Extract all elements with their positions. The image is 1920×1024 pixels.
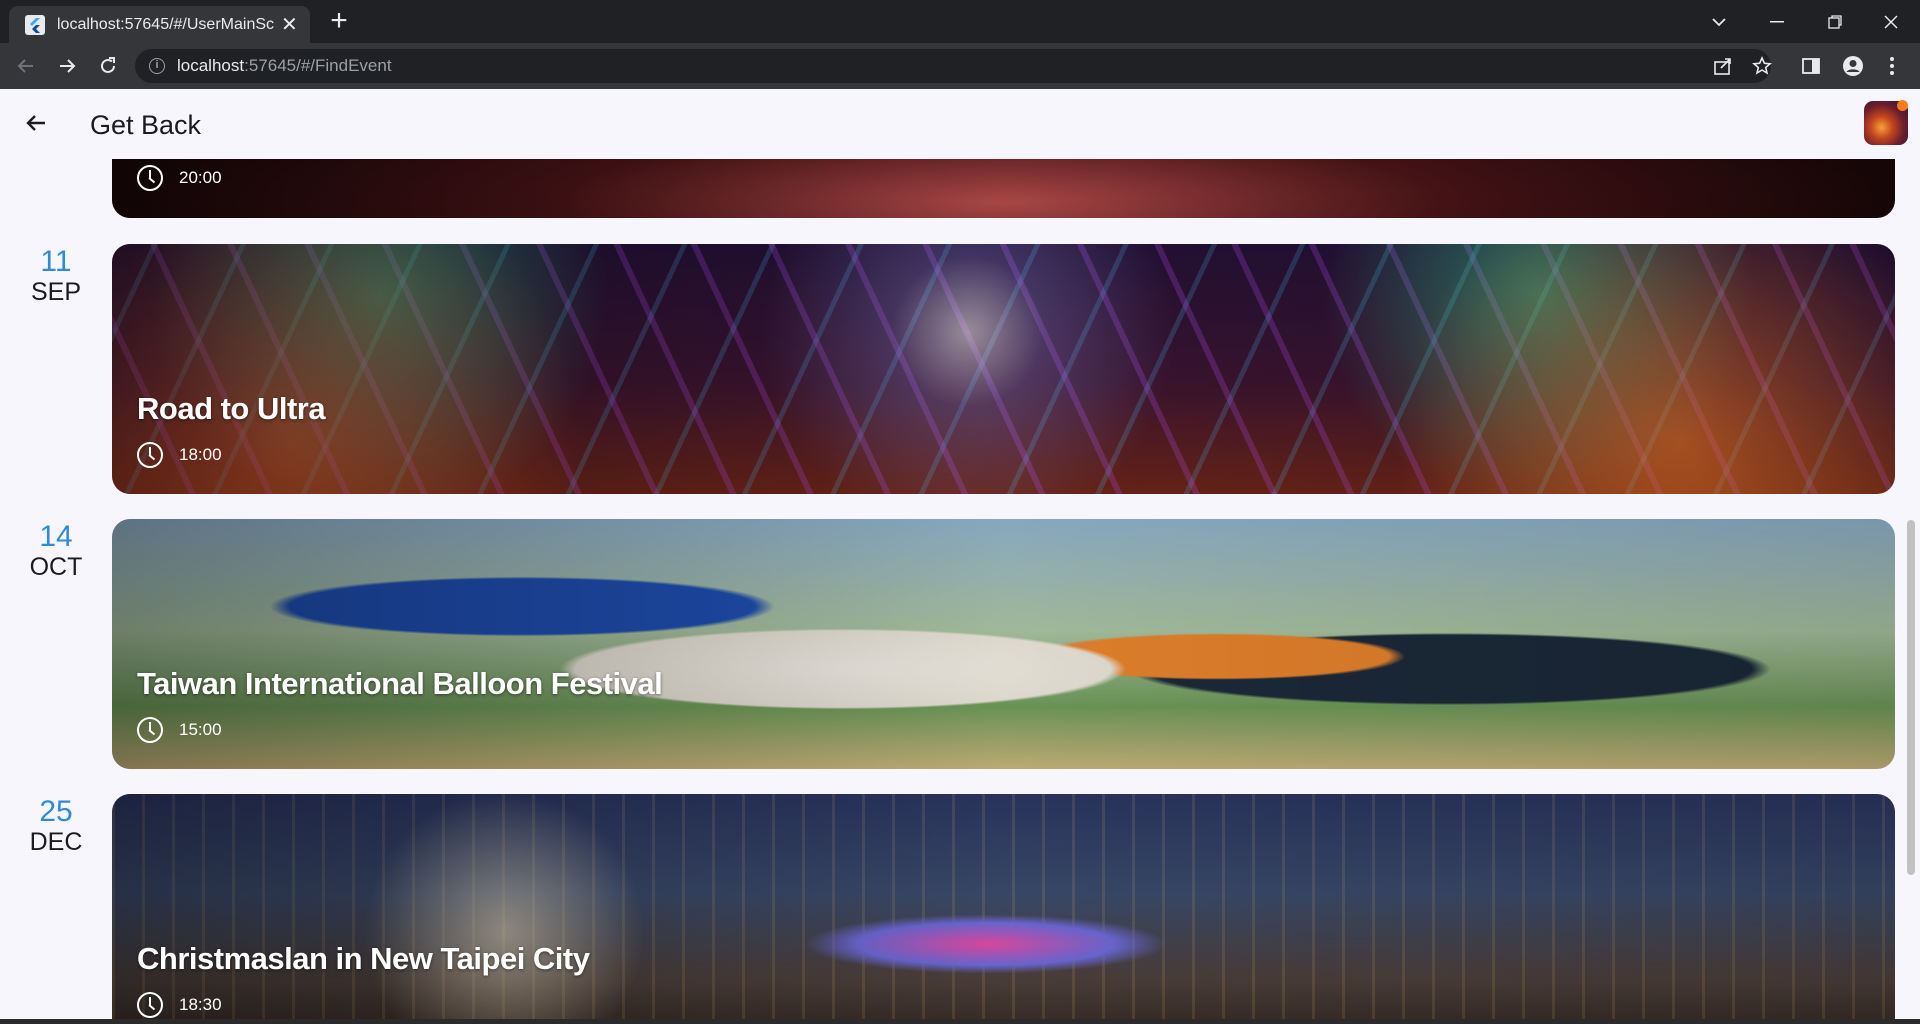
address-bar[interactable]: i localhost:57645/#/FindEvent [135, 49, 1771, 83]
browser-forward-icon[interactable] [51, 50, 83, 82]
event-day: 25 [39, 795, 73, 828]
restore-window-icon[interactable] [1806, 0, 1864, 43]
tab-search-icon[interactable] [1690, 0, 1748, 43]
event-date: 11 SEP [0, 245, 112, 307]
event-card[interactable]: Taiwan International Balloon Festival 15… [112, 519, 1895, 769]
clock-icon [137, 165, 163, 191]
event-date: 25 DEC [0, 795, 112, 857]
flutter-favicon-icon [25, 14, 45, 35]
app-bar: Get Back [0, 89, 1920, 159]
browser-tab[interactable]: localhost:57645/#/UserMainScreen ✕ [9, 6, 310, 43]
event-card[interactable]: Road to Ultra 18:00 [112, 244, 1895, 494]
bookmark-star-icon[interactable] [1746, 50, 1778, 82]
browser-toolbar: i localhost:57645/#/FindEvent [0, 43, 1920, 89]
event-time: 18:00 [137, 442, 222, 468]
side-panel-icon[interactable] [1795, 50, 1827, 82]
event-title: Taiwan International Balloon Festival [137, 666, 663, 701]
browser-back-icon[interactable] [10, 50, 42, 82]
event-month: SEP [30, 278, 82, 306]
event-day: 14 [39, 520, 73, 553]
minimize-window-icon[interactable] [1748, 0, 1806, 43]
clock-icon [137, 442, 163, 468]
clock-icon [137, 992, 163, 1018]
back-arrow-icon[interactable] [16, 103, 56, 143]
event-month: DEC [29, 828, 83, 856]
event-time: 18:30 [137, 992, 222, 1018]
taskbar-edge [0, 1019, 1920, 1024]
site-info-icon[interactable]: i [149, 58, 165, 74]
profile-icon[interactable] [1837, 50, 1869, 82]
event-date: 14 OCT [0, 520, 112, 582]
browser-titlebar: localhost:57645/#/UserMainScreen ✕ + [0, 0, 1920, 43]
close-window-icon[interactable] [1862, 0, 1920, 43]
new-tab-button[interactable]: + [323, 6, 355, 38]
close-tab-icon[interactable]: ✕ [281, 15, 298, 35]
event-time: 20:00 [137, 165, 222, 191]
event-day: 11 [40, 245, 72, 278]
reload-icon[interactable] [92, 50, 124, 82]
event-title: Christmaslan in New Taipei City [137, 941, 590, 976]
event-card[interactable]: 20:00 [112, 159, 1895, 218]
notification-dot [1897, 100, 1908, 111]
event-card[interactable]: Christmaslan in New Taipei City 18:30 [112, 794, 1895, 1024]
event-title: Road to Ultra [137, 391, 326, 426]
event-month: OCT [29, 553, 83, 581]
page-title: Get Back [90, 110, 202, 140]
browser-menu-icon[interactable] [1876, 50, 1908, 82]
share-icon[interactable] [1707, 50, 1739, 82]
event-time: 15:00 [137, 717, 222, 743]
scrollbar[interactable] [1907, 520, 1915, 875]
tab-title: localhost:57645/#/UserMainScreen [57, 15, 275, 33]
clock-icon [137, 717, 163, 743]
event-list: 20:00 11 SEP Road to Ultra 18:00 14 OCT … [0, 159, 1920, 1024]
url-text: localhost:57645/#/FindEvent [177, 56, 392, 75]
